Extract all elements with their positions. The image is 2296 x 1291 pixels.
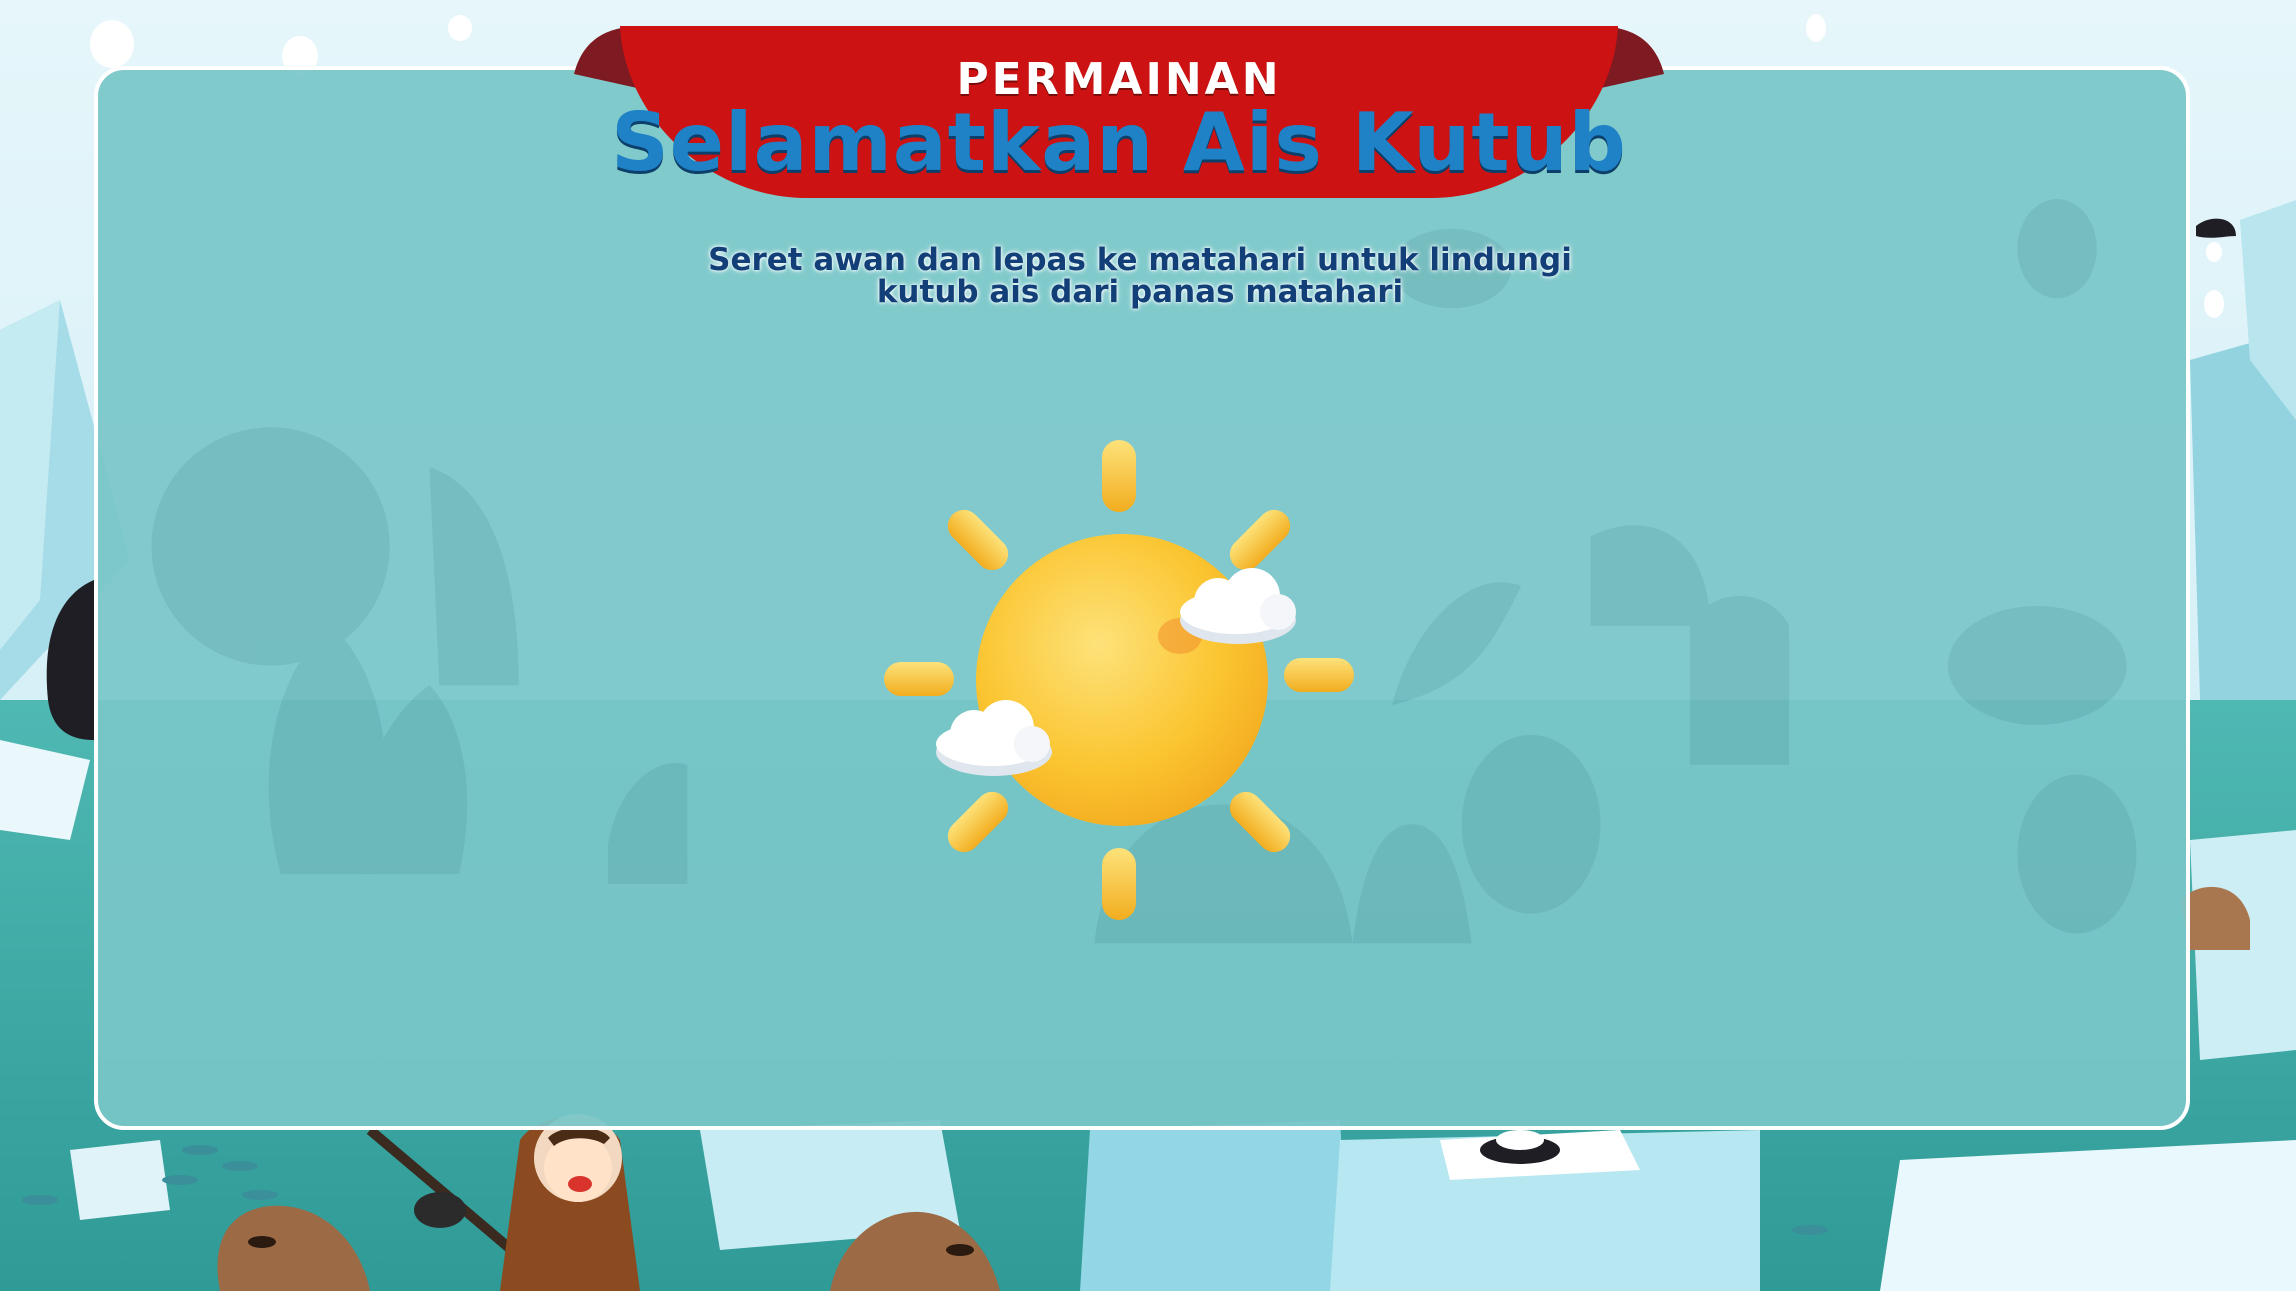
ray-left	[884, 662, 954, 696]
title-banner: PERMAINAN Selamatkan Ais Kutub	[574, 24, 1664, 204]
instruction-line-1: Seret awan dan lepas ke matahari untuk l…	[708, 242, 1572, 278]
sun-game-area	[884, 440, 1354, 920]
instruction-line-2: kutub ais dari panas matahari	[876, 274, 1404, 310]
ray-right	[1284, 658, 1354, 692]
ray-bottom-left	[947, 791, 1009, 853]
instruction-text: Seret awan dan lepas ke matahari untuk l…	[700, 244, 1580, 308]
ray-bottom	[1102, 848, 1136, 920]
game-title: Selamatkan Ais Kutub	[611, 96, 1627, 189]
sun-icon[interactable]	[976, 534, 1268, 826]
ray-top-left	[947, 509, 1009, 571]
ray-top-right	[1229, 509, 1291, 571]
ray-top	[1102, 440, 1136, 512]
ray-bottom-right	[1229, 791, 1291, 853]
